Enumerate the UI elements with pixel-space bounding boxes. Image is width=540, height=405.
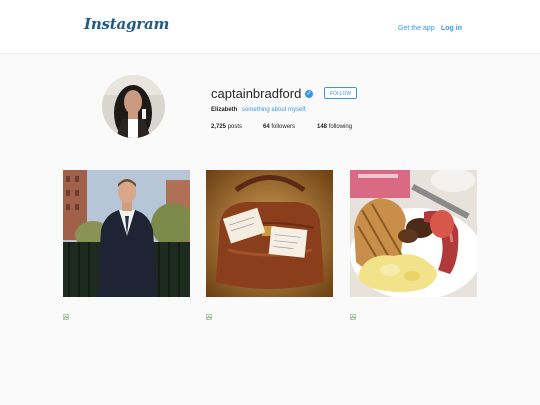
post-thumbnail-bag[interactable] bbox=[206, 170, 333, 297]
following-stat[interactable]: 148 following bbox=[317, 124, 352, 130]
get-app-link[interactable]: Get the app bbox=[398, 25, 435, 32]
followers-stat[interactable]: 64 followers bbox=[263, 124, 295, 130]
log-in-link[interactable]: Log in bbox=[441, 25, 462, 32]
broken-image-icon bbox=[350, 314, 356, 320]
verified-badge-icon: ✓ bbox=[305, 90, 313, 98]
follow-button[interactable]: FOLLOW bbox=[324, 87, 357, 99]
following-count: 148 bbox=[317, 124, 328, 130]
instagram-logo[interactable]: Instagram bbox=[84, 15, 169, 33]
following-label: following bbox=[328, 124, 353, 130]
post-thumbnail-suit[interactable] bbox=[63, 170, 190, 297]
followers-label: followers bbox=[271, 124, 296, 130]
followers-count: 64 bbox=[263, 124, 270, 130]
profile-bio: something about myself. bbox=[242, 107, 308, 113]
broken-image-icon bbox=[206, 314, 212, 320]
post-thumbnail-breakfast[interactable] bbox=[350, 170, 477, 297]
broken-image-icon bbox=[63, 314, 69, 320]
posts-stat: 2,725 posts bbox=[211, 124, 242, 130]
profile-avatar bbox=[102, 75, 165, 138]
posts-label: posts bbox=[227, 124, 243, 130]
top-navigation-bar: Instagram Get the app Log in bbox=[0, 0, 540, 54]
profile-username: captainbradford bbox=[211, 86, 302, 101]
profile-full-name: Elizabeth bbox=[211, 107, 238, 113]
posts-count: 2,725 bbox=[211, 124, 227, 130]
